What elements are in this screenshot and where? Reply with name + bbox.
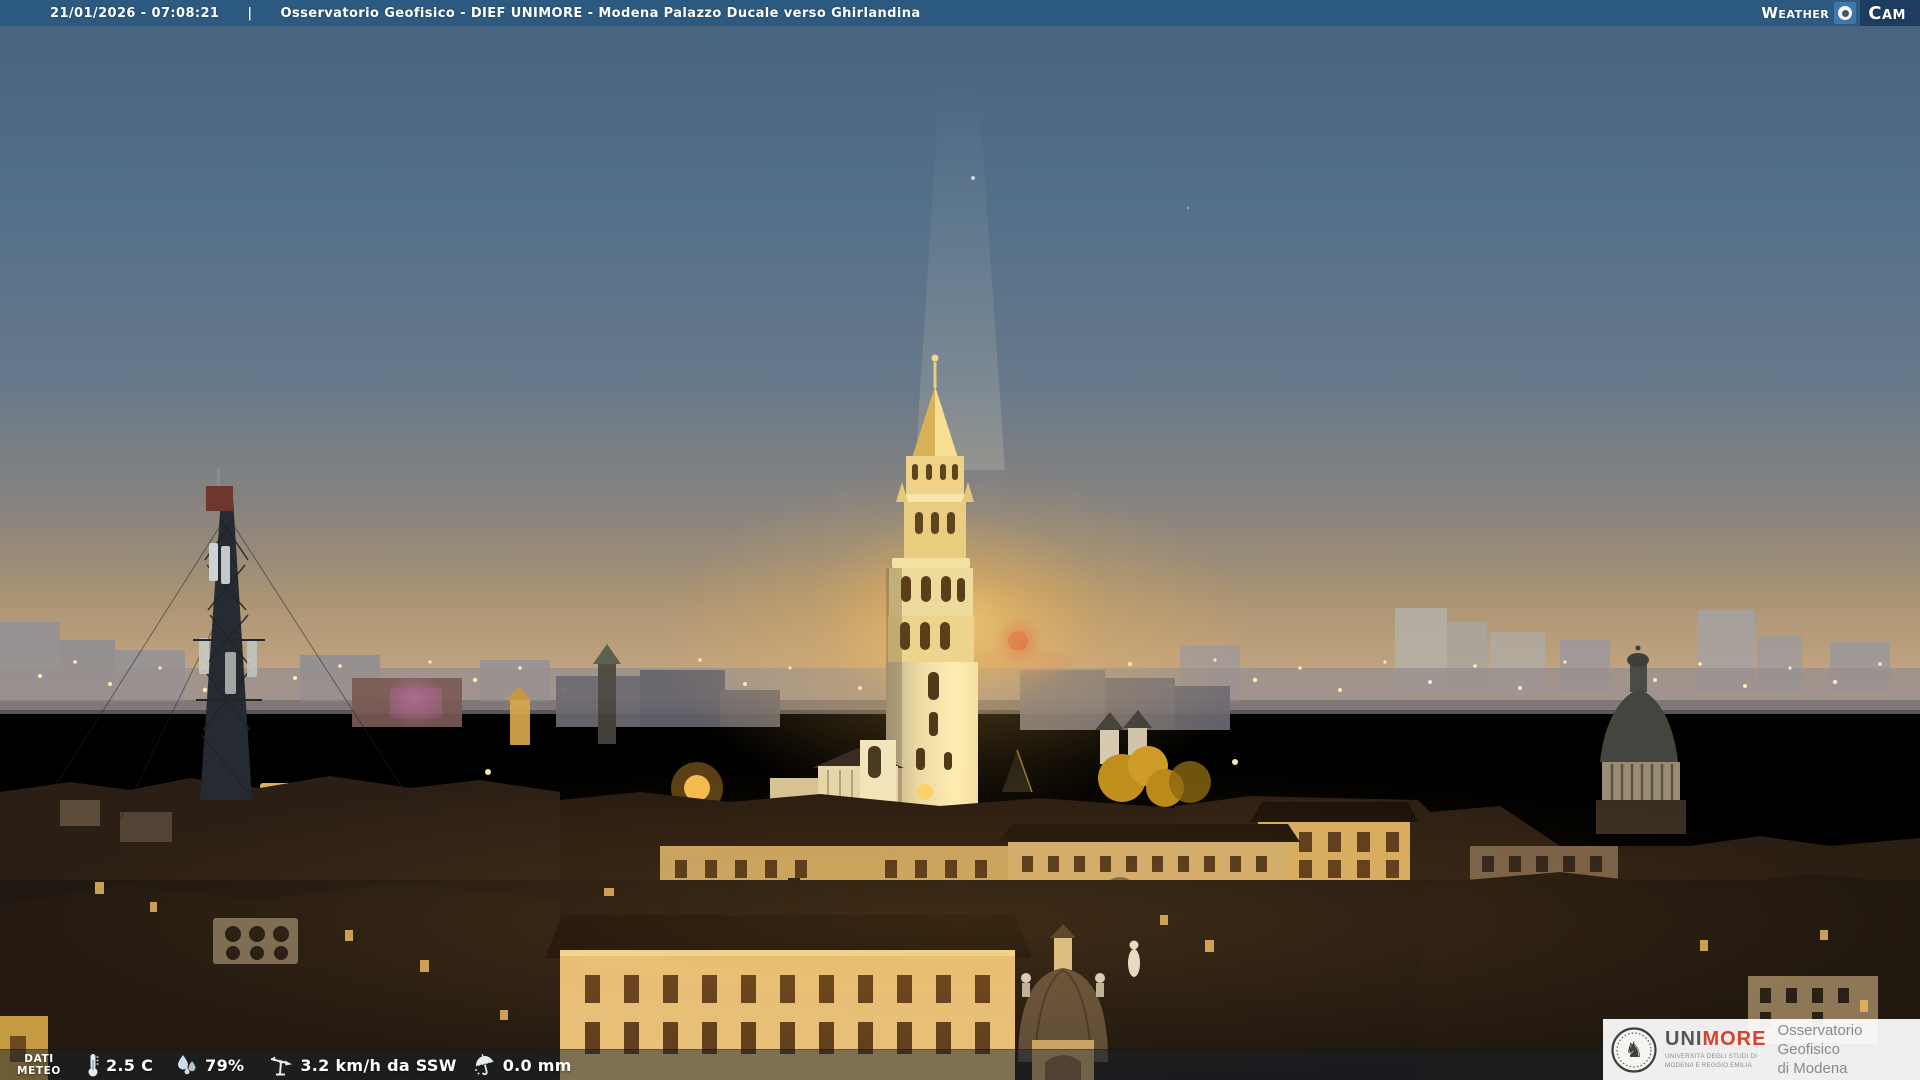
- thermometer-icon: [88, 1054, 99, 1077]
- weather-data-label: DATI METEO: [17, 1052, 61, 1077]
- temperature-reading: 2.5 C: [86, 1052, 153, 1078]
- weathercam-cam-label: Cam: [1868, 2, 1906, 24]
- rain-value: 0.0 mm: [502, 1055, 572, 1075]
- weathercam-cam-box: Cam: [1860, 0, 1920, 26]
- unimore-more: MORE: [1702, 1028, 1767, 1051]
- unimore-seal-icon: ♞: [1611, 1026, 1657, 1073]
- rain-reading: 0.0 mm: [473, 1053, 572, 1077]
- umbrella-icon: [474, 1054, 494, 1076]
- camera-lens-icon: [1834, 2, 1857, 24]
- weathercam-weather-label: Weather: [1761, 4, 1830, 22]
- page-title: Osservatorio Geofisico - DIEF UNIMORE - …: [280, 5, 921, 21]
- temperature-value: 2.5 C: [106, 1055, 154, 1075]
- wind-reading: 3.2 km/h da SSW: [268, 1053, 456, 1077]
- topbar-info: 21/01/2026 - 07:08:21 | Osservatorio Geo…: [0, 6, 921, 21]
- unimore-wordmark: UNIMORE UNIVERSITÀ DEGLI STUDI DI MODENA…: [1665, 1029, 1766, 1069]
- separator: |: [247, 5, 253, 21]
- water-drops-icon: [178, 1055, 196, 1075]
- webcam-photo: [0, 0, 1920, 1080]
- unimore-logo-box: ♞ UNIMORE UNIVERSITÀ DEGLI STUDI DI MODE…: [1603, 1019, 1920, 1080]
- weathercam-logo: Weather Cam: [1761, 0, 1920, 26]
- timestamp: 21/01/2026 - 07:08:21: [50, 5, 220, 21]
- wind-vane-icon: [271, 1056, 293, 1076]
- topbar: 21/01/2026 - 07:08:21 | Osservatorio Geo…: [0, 0, 1920, 26]
- unimore-uni: UNI: [1665, 1028, 1703, 1051]
- webcam-frame: 21/01/2026 - 07:08:21 | Osservatorio Geo…: [0, 0, 1920, 1080]
- observatory-name: Osservatorio Geofisico di Modena: [1777, 1021, 1863, 1078]
- humidity-reading: 79%: [175, 1053, 244, 1077]
- wind-value: 3.2 km/h da SSW: [300, 1055, 457, 1075]
- humidity-value: 79%: [205, 1055, 245, 1075]
- svg-text:♞: ♞: [1625, 1038, 1644, 1062]
- unimore-subtitle: UNIVERSITÀ DEGLI STUDI DI MODENA E REGGI…: [1665, 1053, 1758, 1069]
